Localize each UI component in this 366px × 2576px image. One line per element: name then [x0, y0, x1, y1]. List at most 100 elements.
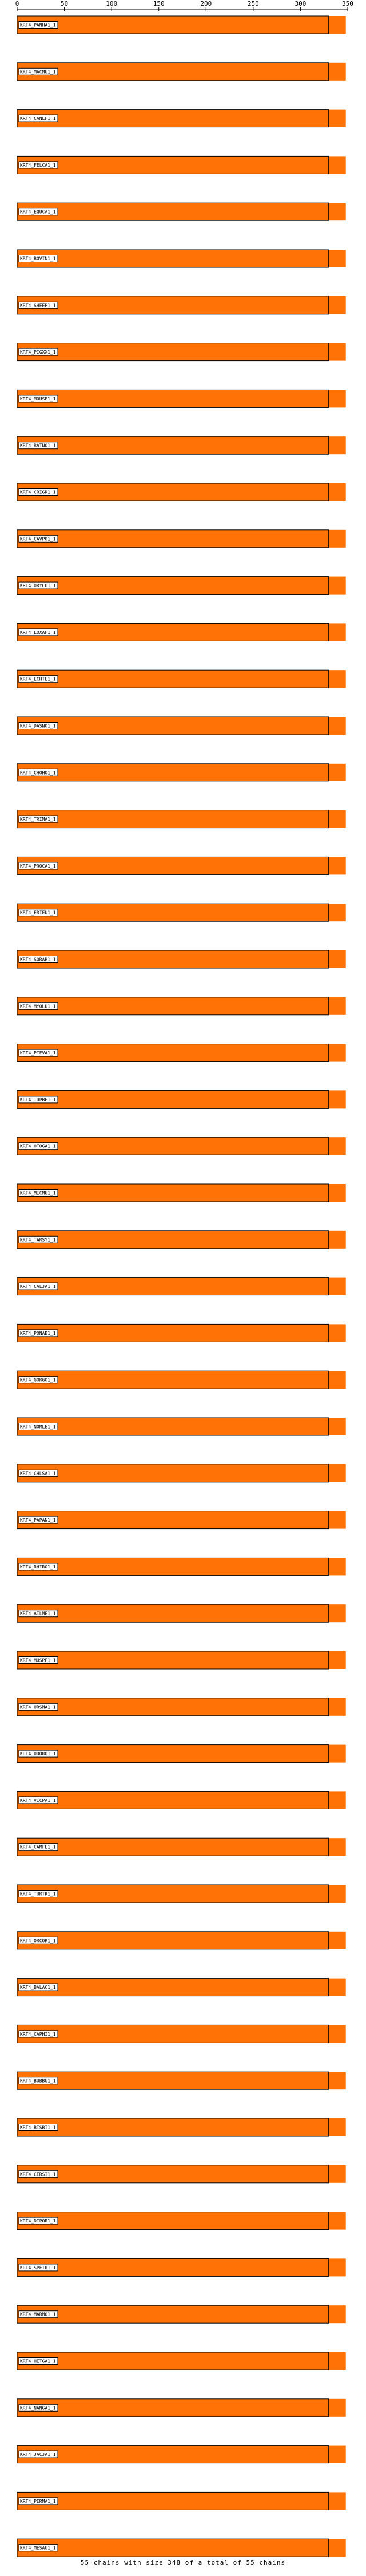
bar: [17, 1744, 346, 1763]
bar: [17, 203, 346, 221]
bar-row: KRT4_CHLSA1_1: [17, 1464, 346, 1483]
bar: [17, 670, 346, 688]
bar-row: KRT4_CALJA1_1: [17, 1277, 346, 1296]
bar-label: KRT4_CRIGR1_1: [20, 490, 56, 495]
bar-row: KRT4_CERSI1_1: [17, 2165, 346, 2184]
bar-row: KRT4_CANLF1_1: [17, 109, 346, 128]
bar: [17, 1184, 346, 1202]
chain-length-chart: 0 50 100 150 200 250 300 350 KRT4_PANHA1_1KRT4_…: [15, 0, 353, 2566]
bar-label: KRT4_ECHTE1_1: [20, 677, 56, 682]
bar: [17, 1464, 346, 1482]
bar-row: KRT4_SHEEP1_1: [17, 296, 346, 315]
bar-label: KRT4_NANGA1_1: [20, 2405, 56, 2410]
bar: [17, 2352, 346, 2370]
bar: [17, 1090, 346, 1109]
bar: [17, 156, 346, 174]
bar-label: KRT4_SORAR1_1: [20, 957, 56, 962]
bar-row: KRT4_MUSPF1_1: [17, 1651, 346, 1670]
bar: [17, 950, 346, 968]
bar: [17, 2305, 346, 2324]
bar-row: KRT4_ORYCU1_1: [17, 576, 346, 595]
bar: [17, 1418, 346, 1435]
bar: [17, 529, 346, 548]
bar-row: KRT4_MACMU1_1: [17, 62, 346, 81]
bar: [17, 483, 346, 501]
bar: [17, 2492, 346, 2510]
bar: [17, 717, 346, 735]
bar-row: KRT4_TARSY1_1: [17, 1230, 346, 1249]
x-tick-label: 250: [248, 0, 259, 7]
bar: [17, 1885, 346, 1903]
bar-label: KRT4_MACMU1_1: [20, 69, 56, 74]
bar-label: KRT4_SPETR1_1: [20, 2265, 56, 2270]
bar: [17, 1324, 346, 1342]
bar-label: KRT4_BUBBU1_1: [20, 2079, 56, 2084]
bar-label: KRT4_URSMA1_1: [20, 1704, 56, 1710]
bar-row: KRT4_BALAC1_1: [17, 1978, 346, 1997]
x-tick-label: 200: [200, 0, 212, 7]
bar-row: KRT4_HETGA1_1: [17, 2352, 346, 2370]
x-tick-label: 350: [342, 0, 353, 7]
bar-label: KRT4_NOMLE1_1: [20, 1425, 56, 1430]
bar: [17, 1651, 346, 1669]
bar: [17, 16, 346, 34]
bar: [17, 623, 346, 641]
bar-label: KRT4_MESAU1_1: [20, 2546, 56, 2551]
bar-label: KRT4_RHIRO1_1: [20, 1564, 56, 1570]
bar: [17, 296, 346, 314]
bar-row: KRT4_EQUCA1_1: [17, 202, 346, 221]
bar-label: KRT4_ODORO1_1: [20, 1751, 56, 1756]
bar-row: KRT4_JACJA1_1: [17, 2445, 346, 2464]
bar-label: KRT4_TURTR1_1: [20, 1892, 56, 1897]
bar-row: KRT4_BISBI1_1: [17, 2118, 346, 2137]
x-tick-label: 150: [153, 0, 165, 7]
bar-row: KRT4_PANHA1_1: [17, 15, 346, 34]
bar-row: KRT4_CAMFE1_1: [17, 1837, 346, 1856]
bar-row: KRT4_CAPHI1_1: [17, 2024, 346, 2043]
x-tick-label: 0: [15, 0, 19, 7]
bar-row: KRT4_NANGA1_1: [17, 2398, 346, 2417]
bar-label: KRT4_BISBI1_1: [20, 2125, 56, 2130]
bar: [17, 1558, 346, 1576]
bar-row: KRT4_TRIMA1_1: [17, 810, 346, 829]
bar-label: KRT4_TUPBE1_1: [20, 1097, 56, 1102]
bar: [17, 1137, 346, 1155]
bar-row: KRT4_PAPAN1_1: [17, 1511, 346, 1530]
bar-label: KRT4_PTEVA1_1: [20, 1050, 56, 1056]
bar-label: KRT4_MARMO1_1: [20, 2312, 56, 2317]
bar-label: KRT4_BALAC1_1: [20, 1985, 56, 1990]
x-tick-label: 100: [106, 0, 117, 7]
bar-label: KRT4_VICPA1_1: [20, 1798, 56, 1803]
bar: [17, 857, 346, 875]
bar: [17, 2539, 346, 2557]
bar-row: KRT4_MYOLU1_1: [17, 997, 346, 1016]
bar-label: KRT4_TARSY1_1: [20, 1237, 56, 1242]
bar: [17, 62, 346, 81]
bar-row: KRT4_BOVIN1_1: [17, 249, 346, 268]
bar-row: KRT4_ERIEU1_1: [17, 903, 346, 922]
bar-label: KRT4_PIGXX1_1: [20, 350, 56, 355]
bar-row: KRT4_TURTR1_1: [17, 1884, 346, 1903]
bar: [17, 2212, 346, 2230]
bar-label: KRT4_CHOHO1_1: [20, 770, 56, 775]
bar: [17, 2445, 346, 2463]
bar-label: KRT4_PAPAN1_1: [20, 1518, 56, 1523]
bar: [17, 1277, 346, 1295]
bar-row: KRT4_MESAU1_1: [17, 2538, 346, 2557]
bar: [17, 2258, 346, 2277]
bar-row: KRT4_MOUSE1_1: [17, 389, 346, 408]
bar-label: KRT4_ORCOR1_1: [20, 1938, 56, 1943]
bar-row: KRT4_OTOGA1_1: [17, 1137, 346, 1155]
bar-row: KRT4_TUPBE1_1: [17, 1090, 346, 1109]
bar-row: KRT4_RHIRO1_1: [17, 1557, 346, 1576]
bar-label: KRT4_SHEEP1_1: [20, 303, 56, 308]
bar-row: KRT4_CRIGR1_1: [17, 483, 346, 501]
bar-label: KRT4_HETGA1_1: [20, 2359, 56, 2364]
bar-label: KRT4_LOXAF1_1: [20, 630, 56, 635]
bar: [17, 1838, 346, 1856]
bar-row: KRT4_FELCA1_1: [17, 155, 346, 174]
bar-row: KRT4_PTEVA1_1: [17, 1044, 346, 1062]
bar-label: KRT4_PROCA1_1: [20, 864, 56, 869]
bar: [17, 763, 346, 781]
bar: [17, 436, 346, 455]
